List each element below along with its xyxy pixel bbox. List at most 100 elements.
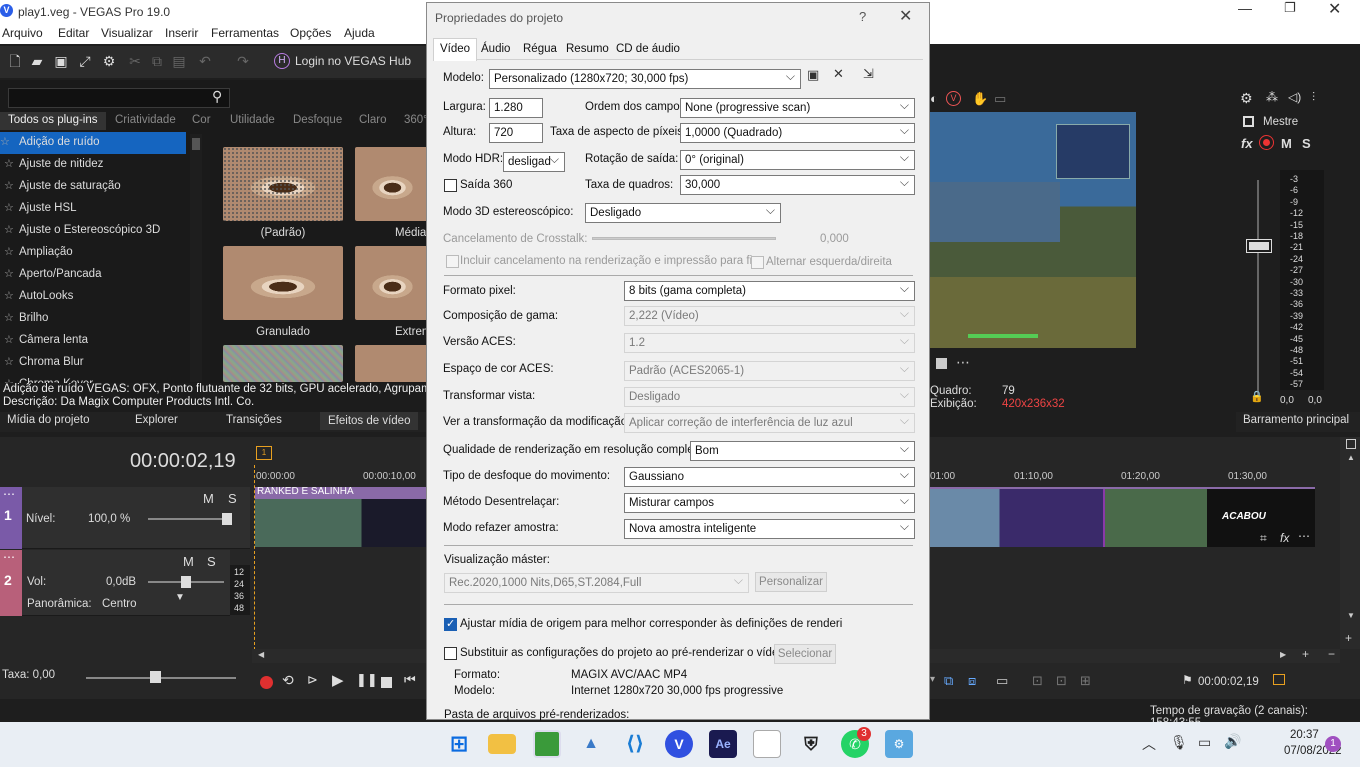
tab-desfoque[interactable]: Desfoque <box>293 114 342 126</box>
clip-fx-icon[interactable]: fx <box>1280 531 1289 545</box>
network-icon[interactable]: ▭ <box>1198 734 1211 751</box>
lock-icon[interactable]: 🔒 <box>1250 390 1264 403</box>
tab-criatividade[interactable]: Criatividade <box>115 114 176 126</box>
more-options-icon[interactable]: ⋯ <box>956 354 970 371</box>
tab-audio-cd[interactable]: CD de áudio <box>616 43 680 55</box>
scroll-left-icon[interactable]: ◀ <box>258 650 264 659</box>
crosstalk-slider[interactable] <box>592 237 776 240</box>
tab-cor[interactable]: Cor <box>192 114 211 126</box>
preset-thumb-default[interactable] <box>223 147 343 221</box>
plugin-item[interactable]: Ajuste de saturação <box>4 176 204 198</box>
plugin-item[interactable]: Aperto/Pancada <box>4 264 204 286</box>
menu-editar[interactable]: Editar <box>58 26 89 40</box>
stop-icon[interactable] <box>381 677 392 688</box>
tab-summary[interactable]: Resumo <box>566 43 609 55</box>
edit-tool-icon[interactable]: ⊡ <box>1032 673 1043 689</box>
video-clip[interactable]: RANKED E SALINHA <box>255 486 427 547</box>
tab-master-bus[interactable]: Barramento principal <box>1243 414 1349 426</box>
shield-app-icon[interactable]: ⛨ <box>797 730 825 758</box>
deinterlace-select[interactable]: Misturar campos <box>624 493 915 513</box>
plugin-item[interactable]: Ajuste HSL <box>4 198 204 220</box>
scroll-down-icon[interactable]: ▼ <box>1347 611 1355 620</box>
plugin-item[interactable]: Câmera lenta <box>4 330 204 352</box>
menu-visualizar[interactable]: Visualizar <box>101 26 153 40</box>
width-input[interactable]: 1.280 <box>489 98 543 118</box>
track-mute-button[interactable]: M <box>203 491 214 506</box>
tray-chevron-icon[interactable]: ︿ <box>1142 734 1156 754</box>
mod-transform-select[interactable]: Aplicar correção de interferência de luz… <box>624 413 915 433</box>
vscode-icon[interactable]: ⟨⟩ <box>621 730 649 758</box>
search-icon[interactable]: ⚲ <box>212 88 222 105</box>
preset-thumb-granulado[interactable] <box>223 246 343 320</box>
tab-utilidade[interactable]: Utilidade <box>230 114 275 126</box>
tab-video[interactable]: Vídeo <box>433 38 478 61</box>
go-to-start-icon[interactable]: ⏮ <box>404 672 416 688</box>
vegas-taskbar-icon[interactable]: V <box>665 730 693 758</box>
cut-icon[interactable]: ✂ <box>126 52 144 70</box>
plugin-item[interactable]: AutoLooks <box>4 286 204 308</box>
pixel-format-select[interactable]: 8 bits (gama completa) <box>624 281 915 301</box>
open-folder-icon[interactable]: ▰ <box>28 52 46 70</box>
framerate-select[interactable]: 30,000 <box>680 175 915 195</box>
master-fader-track[interactable] <box>1257 180 1259 400</box>
clip-more-icon[interactable]: ⋯ <box>1298 529 1310 543</box>
view-transform-select[interactable]: Desligado <box>624 387 915 407</box>
height-input[interactable]: 720 <box>489 123 543 143</box>
plugin-item[interactable]: Ajuste de nitidez <box>4 154 204 176</box>
master-fader-handle[interactable] <box>1247 240 1271 252</box>
play-from-start-icon[interactable]: ⊳ <box>307 672 318 688</box>
control-panel-icon[interactable]: ⚙ <box>885 730 913 758</box>
dialog-close-button[interactable]: ✕ <box>899 6 912 26</box>
preset-thumb-noise2[interactable] <box>355 345 430 382</box>
undo-icon[interactable]: ↶ <box>196 52 214 70</box>
after-effects-icon[interactable]: Ae <box>709 730 737 758</box>
menu-ajuda[interactable]: Ajuda <box>344 26 375 40</box>
rate-slider[interactable] <box>86 677 236 679</box>
zoom-in-h-icon[interactable]: + <box>1302 647 1309 661</box>
match-media-icon[interactable]: ⇲ <box>863 66 874 82</box>
file-explorer-icon[interactable] <box>488 734 516 754</box>
output-360-checkbox[interactable] <box>444 179 457 192</box>
field-order-select[interactable]: None (progressive scan) <box>680 98 915 118</box>
hdr-select[interactable]: desligad <box>503 152 565 172</box>
crop-icon[interactable]: ⌗ <box>1260 531 1267 546</box>
loop-icon[interactable]: ⟲ <box>282 672 294 689</box>
region-icon[interactable] <box>1273 674 1285 685</box>
preset-thumb-media[interactable] <box>355 147 430 221</box>
aces-space-select[interactable]: Padrão (ACES2065-1) <box>624 361 915 381</box>
crosstalk-checkbox[interactable] <box>446 255 459 268</box>
scroll-up-icon[interactable]: ▲ <box>1347 453 1355 462</box>
minimize-button[interactable]: — <box>1238 0 1258 16</box>
fx-bypass-icon[interactable] <box>1260 136 1273 149</box>
video-clip[interactable]: ACABOU ⌗ fx ⋯ <box>930 487 1315 547</box>
replace-settings-checkbox[interactable] <box>444 647 457 660</box>
dim-icon[interactable]: ⁂ <box>1266 90 1278 104</box>
tab-audio[interactable]: Áudio <box>481 43 510 55</box>
gamma-select[interactable]: 2,222 (Vídeo) <box>624 306 915 326</box>
edit-tool-icon[interactable]: ⧉ <box>944 673 953 689</box>
level-slider-handle[interactable] <box>222 513 232 525</box>
tab-360[interactable]: 360° <box>404 114 428 126</box>
notification-badge[interactable]: 1 <box>1325 736 1341 752</box>
plugin-item[interactable]: Chroma Keyer <box>4 374 204 383</box>
track-more-icon[interactable]: ⋯ <box>3 487 15 501</box>
preset-thumb-noise[interactable] <box>223 345 343 382</box>
windows-start-icon[interactable]: ⊞ <box>445 730 473 758</box>
master-settings-icon[interactable]: ⚙ <box>1240 90 1253 107</box>
stereo-select[interactable]: Desligado <box>585 203 781 223</box>
vol-slider-handle[interactable] <box>181 576 191 588</box>
marker-icon[interactable]: ⚑ <box>1182 673 1193 687</box>
plugin-item[interactable]: Ampliação <box>4 242 204 264</box>
menu-opcoes[interactable]: Opções <box>290 26 331 40</box>
master-view-select[interactable]: Rec.2020,1000 Nits,D65,ST.2084,Full <box>444 573 749 593</box>
redo-icon[interactable]: ↷ <box>234 52 252 70</box>
stop-preview-icon[interactable] <box>936 358 947 369</box>
pan-handle-icon[interactable]: ▼ <box>175 592 185 603</box>
tab-video-fx[interactable]: Efeitos de vídeo <box>320 412 419 430</box>
menu-inserir[interactable]: Inserir <box>165 26 198 40</box>
playhead[interactable] <box>254 465 255 650</box>
plugin-list-scrollbar[interactable] <box>190 134 202 382</box>
track-solo-button[interactable]: S <box>207 554 216 569</box>
plugin-item[interactable]: Brilho <box>4 308 204 330</box>
safe-area-icon[interactable]: ▭ <box>994 91 1006 107</box>
